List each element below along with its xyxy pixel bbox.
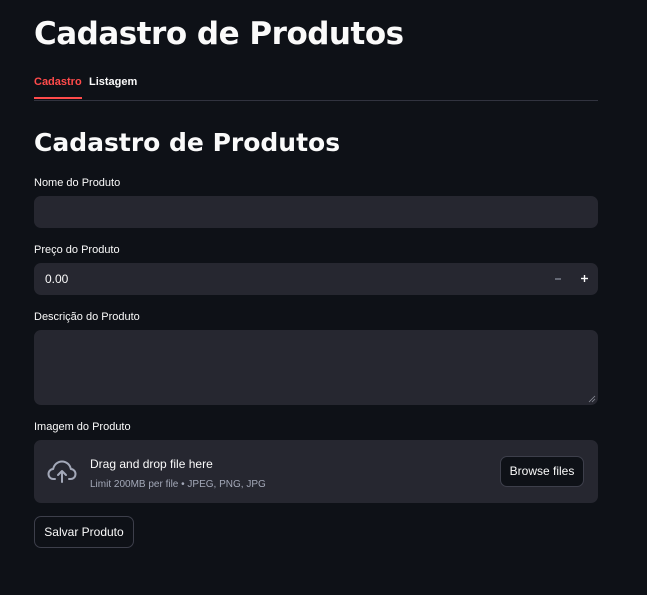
product-name-input[interactable]: [34, 196, 598, 228]
product-price-label: Preço do Produto: [34, 244, 120, 256]
browse-files-button[interactable]: Browse files: [500, 456, 584, 487]
save-product-button[interactable]: Salvar Produto: [34, 516, 134, 548]
plus-icon: [580, 275, 588, 283]
price-increment-button[interactable]: [571, 263, 597, 295]
file-dropzone[interactable]: Drag and drop file here Limit 200MB per …: [34, 440, 598, 503]
tab-cadastro[interactable]: Cadastro: [34, 70, 82, 99]
app-root: Cadastro de Produtos Cadastro Listagem C…: [0, 0, 647, 595]
price-decrement-button[interactable]: [545, 263, 571, 295]
tab-listagem[interactable]: Listagem: [89, 70, 137, 99]
cloud-upload-icon: [47, 460, 77, 483]
product-description-textarea[interactable]: [34, 330, 598, 405]
dropzone-limit: Limit 200MB per file • JPEG, PNG, JPG: [90, 479, 266, 490]
page-title: Cadastro de Produtos: [34, 16, 404, 52]
tab-bar: Cadastro Listagem: [34, 70, 598, 101]
product-price-input[interactable]: 0.00: [34, 263, 598, 295]
product-image-label: Imagem do Produto: [34, 421, 131, 433]
dropzone-title: Drag and drop file here: [90, 457, 213, 471]
product-price-value: 0.00: [45, 272, 69, 286]
product-description-label: Descrição do Produto: [34, 311, 140, 323]
minus-icon: [555, 278, 561, 280]
resize-grip-icon[interactable]: [588, 395, 596, 403]
product-name-label: Nome do Produto: [34, 177, 121, 189]
section-title: Cadastro de Produtos: [34, 128, 341, 157]
